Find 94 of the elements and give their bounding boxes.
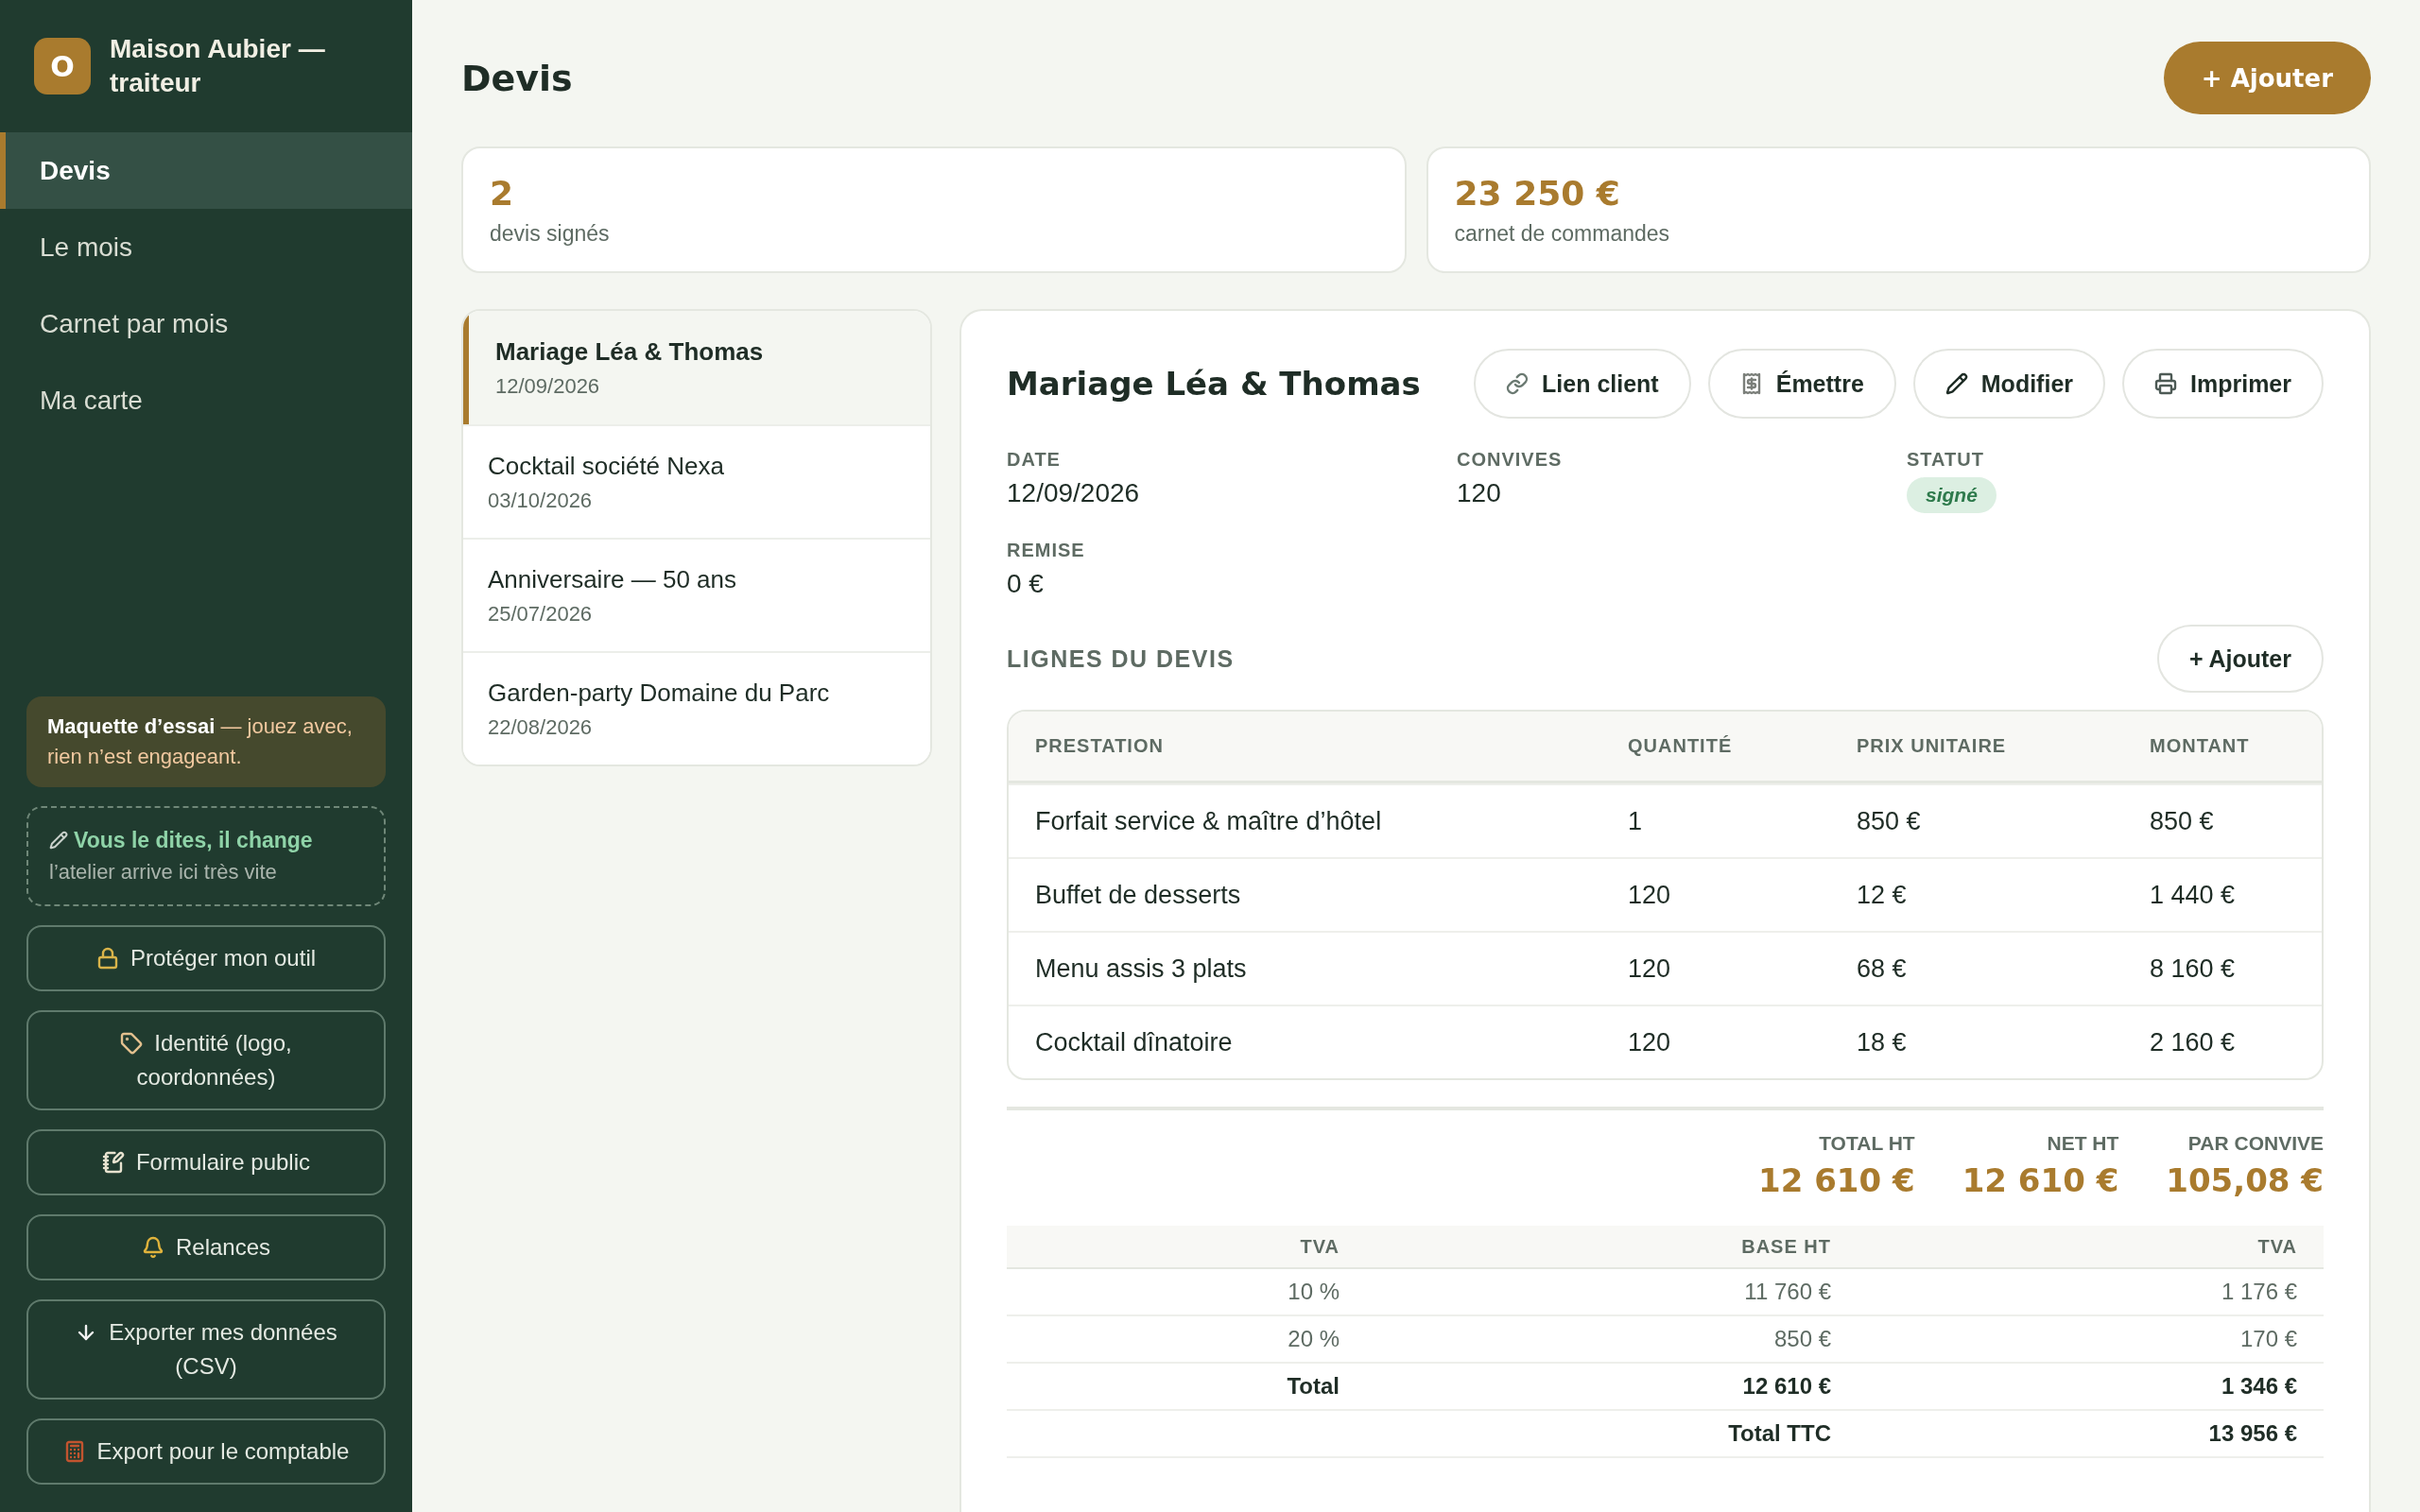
nav-item[interactable]: Ma carte — [0, 362, 412, 438]
total-value: 12 610 € — [1962, 1160, 2119, 1201]
section-title: LIGNES DU DEVIS — [1007, 644, 1235, 673]
sidebar-button[interactable]: Protéger mon outil — [26, 925, 386, 991]
action-button[interactable]: Modifier — [1912, 349, 2105, 419]
status-badge: signé — [1907, 477, 1996, 513]
column-header: QUANTITÉ — [1627, 735, 1734, 757]
notepad-pencil-icon — [101, 1151, 125, 1174]
nav-item[interactable]: Devis — [0, 132, 412, 209]
table-cell-text: 170 € — [2238, 1326, 2298, 1352]
quote-title: Mariage Léa & Thomas — [1007, 365, 1421, 403]
column-header: TVA — [2256, 1235, 2298, 1258]
table-cell-text: 850 € — [1856, 806, 1922, 836]
add-button[interactable]: + Ajouter — [2163, 42, 2371, 114]
table-cell-text: 1 440 € — [2149, 880, 2237, 910]
field-value: 120 — [1457, 477, 1501, 509]
column-header: PRESTATION — [1034, 735, 1165, 757]
quote-date: 25/07/2026 — [488, 601, 594, 627]
action-button[interactable]: Émettre — [1707, 349, 1896, 419]
column-header: MONTANT — [2149, 735, 2251, 757]
quote-title: Mariage Léa & Thomas — [495, 336, 765, 368]
quote-title: Garden-party Domaine du Parc — [488, 678, 831, 709]
quote-date: 03/10/2026 — [488, 488, 594, 514]
column-header: TVA — [1299, 1235, 1340, 1258]
total-value: 105,08 € — [2166, 1160, 2324, 1201]
table-cell-text: Forfait service & maître d’hôtel — [1034, 806, 1383, 836]
table-cell-text: 850 € — [2149, 806, 2215, 836]
nav-item[interactable]: Le mois — [0, 209, 412, 285]
field-label: STATUT — [1907, 448, 1984, 472]
table-cell-text: 1 346 € — [2220, 1373, 2298, 1400]
field-label: DATE — [1007, 448, 1061, 472]
table-cell-text: Total TTC — [1727, 1420, 1832, 1447]
table-cell-text: 1 176 € — [2220, 1279, 2298, 1305]
table-cell-text: 68 € — [1856, 954, 1908, 984]
table-cell-text: 12 610 € — [1741, 1373, 1832, 1400]
table-cell-text: Menu assis 3 plats — [1034, 954, 1248, 984]
action-button[interactable]: Imprimer — [2122, 349, 2324, 419]
nav-item[interactable]: Carnet par mois — [0, 285, 412, 362]
field-value: 12/09/2026 — [1007, 477, 1140, 509]
column-header: PRIX UNITAIRE — [1856, 735, 2008, 757]
pencil-icon — [1945, 372, 1968, 395]
action-button[interactable]: Lien client — [1474, 349, 1691, 419]
total-label: PAR CONVIVE — [2187, 1131, 2324, 1156]
table-cell-text: 120 — [1627, 880, 1672, 910]
table-cell-text: 20 % — [1287, 1326, 1340, 1352]
tag-icon — [120, 1032, 144, 1055]
sidebar-button[interactable]: Export pour le comptable — [26, 1418, 386, 1485]
quote-date: 22/08/2026 — [488, 714, 594, 741]
demo-notice: Maquette d’essai — jouez avec, rien n’est engageant. — [26, 696, 386, 787]
stat-label: devis signés — [490, 220, 611, 248]
table-cell-text: 10 % — [1287, 1279, 1340, 1305]
table-cell-text: 18 € — [1856, 1027, 1908, 1057]
sidebar-button[interactable]: Exporter mes données (CSV) — [26, 1299, 386, 1400]
table-cell-text: 120 — [1627, 1027, 1672, 1057]
brand-logo: O — [34, 38, 91, 94]
stat-value: 23 250 € — [1454, 173, 1621, 215]
lock-icon — [95, 947, 119, 970]
column-header: BASE HT — [1740, 1235, 1832, 1258]
bell-icon — [141, 1236, 164, 1259]
stat-value: 2 — [490, 173, 515, 215]
table-cell-text: Total — [1286, 1373, 1340, 1400]
field-label: REMISE — [1007, 539, 1085, 562]
table-cell-text: Cocktail dînatoire — [1034, 1027, 1234, 1057]
table-cell-text: Buffet de desserts — [1034, 880, 1242, 910]
printer-icon — [2154, 372, 2177, 395]
sidebar-button[interactable]: Identité (logo, coordonnées) — [26, 1010, 386, 1110]
table-cell-text: 13 956 € — [2207, 1420, 2298, 1447]
stat-label: carnet de commandes — [1454, 220, 1671, 248]
sidebar-button[interactable]: Formulaire public — [26, 1129, 386, 1195]
total-label: NET HT — [2047, 1131, 2119, 1156]
feedback-subtitle: l’atelier arrive ici très vite — [49, 859, 278, 885]
quote-title: Cocktail société Nexa — [488, 451, 725, 482]
add-line-button[interactable]: + Ajouter — [2156, 625, 2324, 693]
quote-title: Anniversaire — 50 ans — [488, 564, 738, 595]
field-label: CONVIVES — [1457, 448, 1563, 472]
table-cell-text: 2 160 € — [2149, 1027, 2237, 1057]
total-value: 12 610 € — [1758, 1160, 1915, 1201]
quote-item[interactable]: Garden-party Domaine du Parc 22/08/2026 — [463, 651, 930, 765]
total-label: TOTAL HT — [1819, 1131, 1915, 1156]
table-cell-text: 12 € — [1856, 880, 1908, 910]
table-cell-text: 1 — [1627, 806, 1644, 836]
table-cell-text: 8 160 € — [2149, 954, 2237, 984]
pencil-icon — [49, 831, 68, 850]
quote-item[interactable]: Mariage Léa & Thomas 12/09/2026 — [463, 311, 930, 424]
page-title: Devis — [461, 57, 573, 99]
table-cell-text: 850 € — [1772, 1326, 1832, 1352]
brand-name: Maison Aubier — traiteur — [110, 33, 326, 99]
quote-date: 12/09/2026 — [495, 373, 601, 400]
table-cell-text: 120 — [1627, 954, 1672, 984]
sidebar-button[interactable]: Relances — [26, 1214, 386, 1280]
field-value: 0 € — [1007, 568, 1044, 600]
feedback-title: Vous le dites, il change — [74, 827, 313, 854]
table-cell-text: 11 760 € — [1743, 1279, 1832, 1305]
link-icon — [1506, 372, 1530, 395]
